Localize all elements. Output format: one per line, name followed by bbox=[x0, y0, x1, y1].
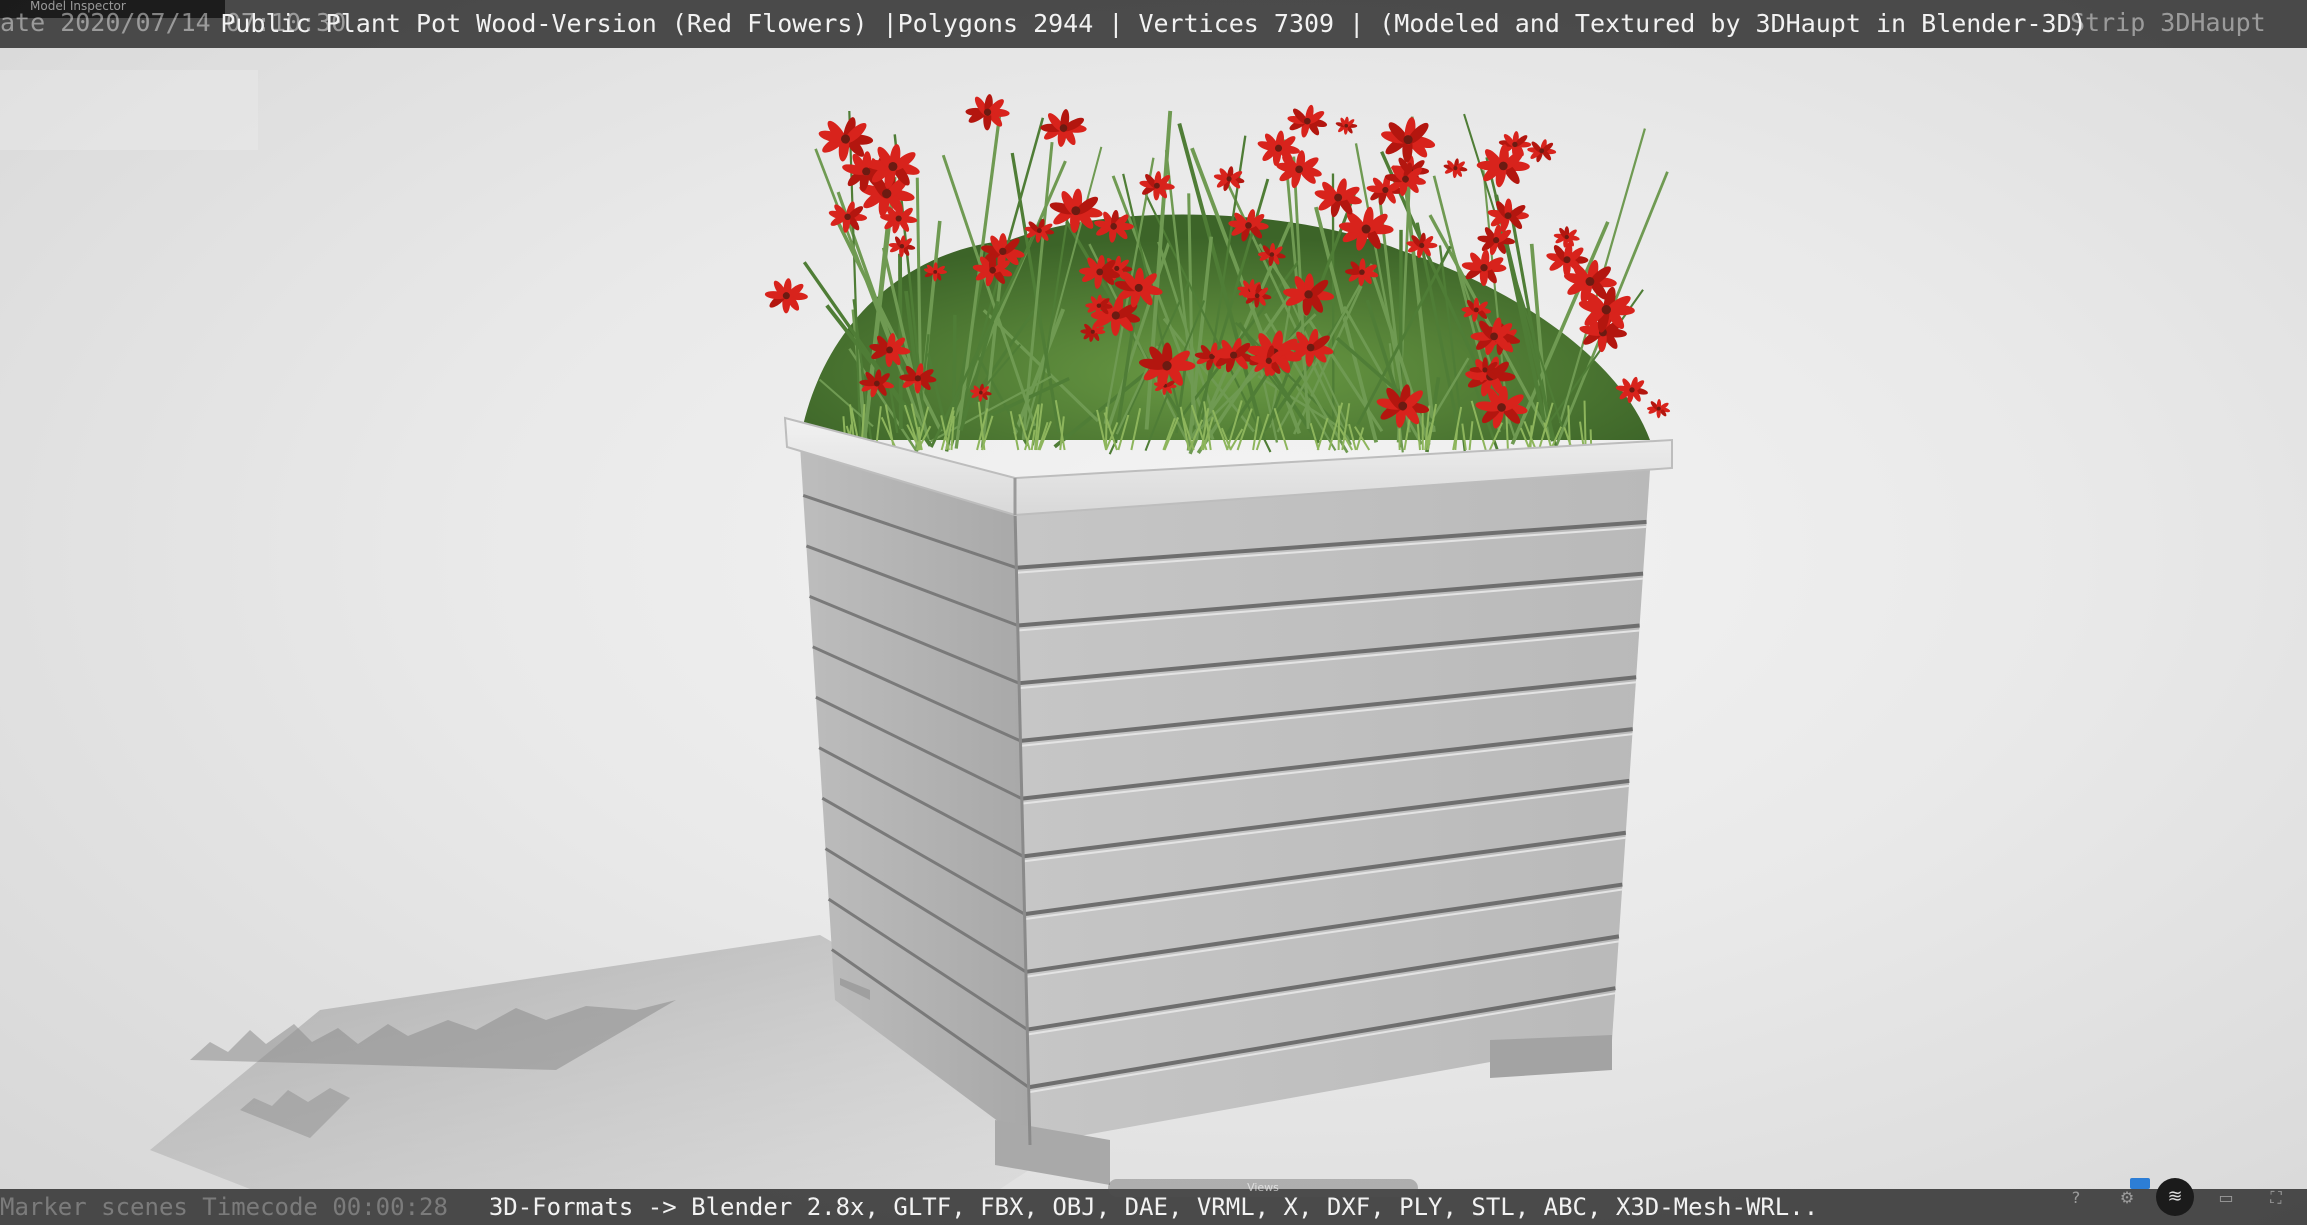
flower-center bbox=[862, 167, 871, 176]
fullscreen-icon[interactable]: ⛶ bbox=[2262, 1184, 2290, 1212]
flower-center bbox=[1059, 124, 1068, 132]
flower-center bbox=[1036, 228, 1042, 234]
flower-center bbox=[1153, 182, 1160, 189]
flower-center bbox=[1134, 283, 1143, 292]
flower-center bbox=[840, 134, 851, 144]
flower-center bbox=[1304, 290, 1313, 299]
flower-center bbox=[886, 346, 893, 354]
pot-foot-front-right bbox=[1490, 1035, 1612, 1078]
flower-center bbox=[1453, 166, 1458, 171]
flower-center bbox=[1402, 175, 1409, 183]
flower-center bbox=[983, 108, 992, 116]
flower-center bbox=[1539, 148, 1545, 154]
flower-center bbox=[899, 244, 905, 249]
grass-blade bbox=[1104, 406, 1108, 451]
help-icon[interactable]: ? bbox=[2062, 1184, 2090, 1212]
layers-icon[interactable]: ≋ bbox=[2156, 1178, 2194, 1216]
flower-center bbox=[1498, 161, 1508, 171]
flower-center bbox=[1110, 223, 1117, 230]
flower-center bbox=[979, 390, 983, 395]
flower-center bbox=[999, 247, 1007, 256]
flower-center bbox=[1497, 403, 1506, 412]
grass-blade bbox=[1583, 400, 1587, 451]
flower-center bbox=[1629, 387, 1635, 393]
flower-center bbox=[1382, 186, 1389, 194]
hd-badge bbox=[2130, 1178, 2150, 1189]
model-title: Public Plant Pot Wood-Version (Red Flowe… bbox=[220, 9, 2087, 38]
vr-icon[interactable]: ▭ bbox=[2212, 1184, 2240, 1212]
flower-center bbox=[1504, 212, 1512, 220]
flower-center bbox=[1096, 268, 1104, 276]
flower-center bbox=[1490, 332, 1498, 341]
flower-center bbox=[1111, 311, 1120, 320]
flower-center bbox=[914, 375, 921, 382]
flower-center bbox=[1359, 269, 1365, 275]
flower-center bbox=[1564, 234, 1569, 240]
3d-viewport[interactable] bbox=[0, 0, 2307, 1225]
flower-center bbox=[1162, 361, 1172, 371]
flower-center bbox=[1493, 237, 1500, 244]
flower-center bbox=[1334, 193, 1343, 202]
flower-center bbox=[1254, 293, 1260, 299]
flower-center bbox=[873, 380, 880, 387]
formats-caption: 3D-Formats -> Blender 2.8x, GLTF, FBX, O… bbox=[488, 1193, 1819, 1221]
flower-center bbox=[1071, 206, 1081, 216]
flower-center bbox=[1245, 222, 1252, 229]
flower-center bbox=[1344, 123, 1349, 128]
flower-center bbox=[1230, 351, 1238, 359]
flower-center bbox=[1274, 144, 1283, 152]
flower-center bbox=[844, 213, 851, 221]
model-render bbox=[150, 94, 1673, 1189]
flower-center bbox=[1480, 264, 1488, 272]
flower-center bbox=[1090, 329, 1095, 334]
flower-center bbox=[1096, 303, 1102, 308]
flower-center bbox=[1419, 242, 1425, 248]
flower-center bbox=[1473, 307, 1479, 313]
flower-center bbox=[1656, 406, 1661, 411]
flower-center bbox=[895, 215, 902, 222]
flower-center bbox=[989, 266, 996, 274]
flower-center bbox=[1226, 176, 1232, 182]
flower-center bbox=[882, 188, 892, 199]
flower-center bbox=[1304, 117, 1311, 125]
flower-center bbox=[1269, 252, 1275, 257]
flower-center bbox=[1265, 357, 1272, 364]
flower-center bbox=[1585, 277, 1595, 286]
flower-center bbox=[1512, 141, 1518, 148]
info-panel-ghost bbox=[0, 70, 258, 150]
flower-center bbox=[782, 292, 790, 300]
flower-center bbox=[888, 161, 898, 172]
flower-center bbox=[933, 269, 938, 274]
flower-center bbox=[1114, 265, 1120, 271]
flower-center bbox=[1361, 224, 1371, 234]
flower-center bbox=[1403, 135, 1413, 145]
flower-center bbox=[1601, 304, 1611, 315]
flower-center bbox=[1482, 367, 1488, 373]
flower-center bbox=[1563, 256, 1571, 264]
flower-center bbox=[1295, 165, 1303, 174]
flower-center bbox=[1306, 343, 1315, 352]
flower-center bbox=[1398, 401, 1408, 411]
